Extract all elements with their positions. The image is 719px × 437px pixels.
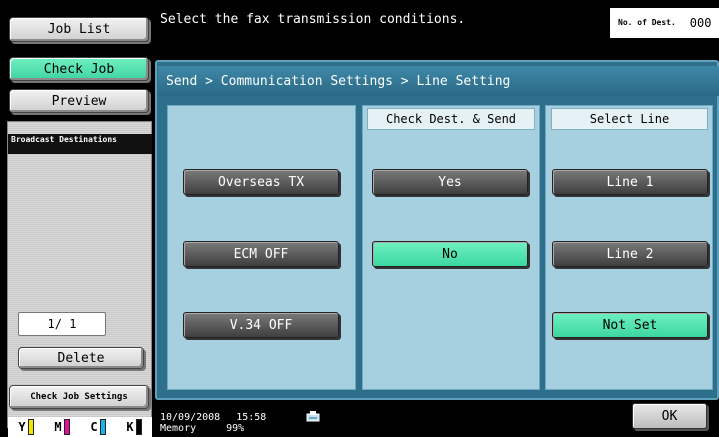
- line1-button[interactable]: Line 1: [552, 169, 708, 195]
- toner-yellow: Y: [18, 419, 34, 435]
- check-dest-header: Check Dest. & Send: [367, 108, 535, 130]
- toner-cyan-label: C: [90, 420, 98, 434]
- toner-black: K: [126, 419, 142, 435]
- toner-levels: Y M C K: [8, 417, 152, 437]
- job-list-button[interactable]: Job List: [9, 17, 149, 42]
- toner-cyan-bar: [99, 419, 106, 435]
- toner-magenta: M: [54, 419, 70, 435]
- fax-icon: [306, 411, 320, 422]
- toner-cyan: C: [90, 419, 106, 435]
- toner-black-label: K: [126, 420, 134, 434]
- ok-button[interactable]: OK: [632, 403, 707, 429]
- ecm-off-button[interactable]: ECM OFF: [183, 241, 339, 267]
- memory-label: Memory: [160, 423, 197, 434]
- page-indicator: 1/ 1: [18, 312, 106, 336]
- delete-button[interactable]: Delete: [18, 347, 144, 369]
- status-time: 15:58: [236, 412, 267, 423]
- breadcrumb: Send > Communication Settings > Line Set…: [158, 66, 719, 96]
- check-job-settings-button[interactable]: Check Job Settings: [9, 385, 149, 409]
- dest-count-label: No. of Dest.: [618, 18, 676, 27]
- preview-button[interactable]: Preview: [9, 89, 149, 113]
- overseas-tx-button[interactable]: Overseas TX: [183, 169, 339, 195]
- broadcast-destinations-panel: [7, 121, 152, 428]
- check-job-button[interactable]: Check Job: [9, 57, 149, 81]
- line2-button[interactable]: Line 2: [552, 241, 708, 267]
- v34-off-button[interactable]: V.34 OFF: [183, 312, 339, 338]
- check-dest-no-button[interactable]: No: [372, 241, 528, 267]
- toner-black-bar: [135, 419, 142, 435]
- check-dest-yes-button[interactable]: Yes: [372, 169, 528, 195]
- destination-count-box: No. of Dest. 000: [610, 8, 719, 38]
- select-line-header: Select Line: [551, 108, 708, 130]
- status-bar: 10/09/2008 15:58 Memory 99%: [160, 412, 266, 434]
- toner-yellow-label: Y: [18, 420, 26, 434]
- toner-magenta-label: M: [54, 420, 62, 434]
- toner-magenta-bar: [63, 419, 70, 435]
- memory-value: 99%: [226, 423, 245, 434]
- broadcast-destinations-header: Broadcast Destinations: [8, 134, 152, 154]
- status-date: 10/09/2008: [160, 412, 221, 423]
- toner-yellow-bar: [27, 419, 34, 435]
- instruction-message: Select the fax transmission conditions.: [160, 12, 466, 27]
- dest-count-value: 000: [689, 16, 712, 30]
- not-set-button[interactable]: Not Set: [552, 312, 708, 338]
